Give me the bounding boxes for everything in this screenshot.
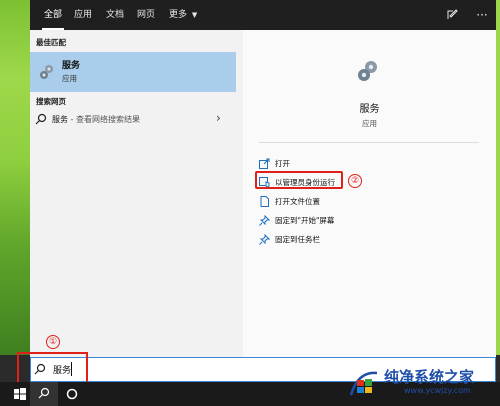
cortana-ring-icon: [66, 388, 78, 400]
annotation-highlight-search-box: [17, 352, 88, 386]
web-search-result[interactable]: 服务 - 查看网络搜索结果 ›: [30, 110, 236, 130]
more-options-icon[interactable]: ···: [475, 8, 489, 22]
annotation-marker-2: ②: [348, 174, 362, 188]
action-pin-start[interactable]: 固定到"开始"屏幕: [259, 213, 439, 229]
pin-taskbar-icon: [259, 234, 270, 245]
watermark-title: 纯净系统之家: [384, 368, 475, 386]
search-icon: [38, 387, 50, 399]
search-icon: [35, 113, 47, 125]
action-pin-taskbar[interactable]: 固定到任务栏: [259, 232, 439, 248]
tab-more-label: 更多: [169, 10, 188, 20]
annotation-highlight-run-as-admin: [255, 171, 343, 189]
watermark-url: www.ycwjzy.com: [404, 386, 471, 395]
web-result-text: 服务 - 查看网络搜索结果: [52, 114, 140, 125]
open-icon: [259, 158, 270, 169]
web-result-suffix: - 查看网络搜索结果: [68, 115, 140, 124]
preview-app-subtitle: 应用: [362, 119, 377, 128]
services-gear-icon-large: [358, 61, 377, 81]
site-watermark: 纯净系统之家 www.ycwjzy.com: [348, 366, 498, 406]
taskbar-search-button[interactable]: [30, 382, 58, 406]
chevron-down-icon: ▼: [191, 11, 198, 19]
action-pin-start-label: 固定到"开始"屏幕: [275, 216, 335, 225]
results-pane: 最佳匹配 服务 应用 搜索网页 服务 - 查看网络搜索结果 ›: [30, 30, 236, 357]
action-open-file-location[interactable]: 打开文件位置: [259, 194, 439, 210]
action-pin-taskbar-label: 固定到任务栏: [275, 235, 320, 244]
best-match-subtitle: 应用: [62, 74, 77, 83]
filter-tabbar: 全部 应用 文档 网页 更多 ▼ ···: [30, 0, 496, 30]
tab-more[interactable]: 更多 ▼: [169, 0, 197, 30]
best-match-title: 服务: [62, 61, 81, 71]
tab-all[interactable]: 全部: [41, 0, 65, 30]
best-match-heading: 最佳匹配: [36, 38, 66, 47]
feedback-icon[interactable]: [445, 8, 459, 22]
web-result-term: 服务: [52, 115, 68, 124]
services-gear-icon: [40, 65, 53, 79]
tab-web[interactable]: 网页: [137, 0, 155, 30]
action-open-file-location-label: 打开文件位置: [275, 197, 320, 206]
pin-start-icon: [259, 215, 270, 226]
brand-logo-icon: [349, 371, 378, 396]
chevron-right-icon[interactable]: ›: [216, 111, 221, 125]
start-search-panel: 全部 应用 文档 网页 更多 ▼ ··· 最佳匹配 服务 应用 搜索网页 服务 …: [30, 0, 496, 357]
desktop-wallpaper: [0, 0, 30, 355]
cortana-button[interactable]: [58, 382, 86, 406]
annotation-marker-1: ①: [46, 335, 60, 349]
desktop-wallpaper-edge: [496, 0, 500, 355]
divider: [259, 142, 479, 143]
file-location-icon: [260, 196, 269, 207]
tab-documents[interactable]: 文档: [106, 0, 124, 30]
preview-pane: 服务 应用 打开 以管理员身份运行 打开文件位置 固定到"开始"屏幕 固定到任务…: [243, 30, 496, 357]
best-match-result[interactable]: 服务 应用: [30, 52, 236, 92]
tab-apps[interactable]: 应用: [74, 0, 92, 30]
preview-app-title: 服务: [359, 104, 380, 115]
action-open[interactable]: 打开: [259, 156, 439, 172]
web-search-heading: 搜索网页: [36, 97, 66, 106]
action-open-label: 打开: [275, 159, 290, 168]
